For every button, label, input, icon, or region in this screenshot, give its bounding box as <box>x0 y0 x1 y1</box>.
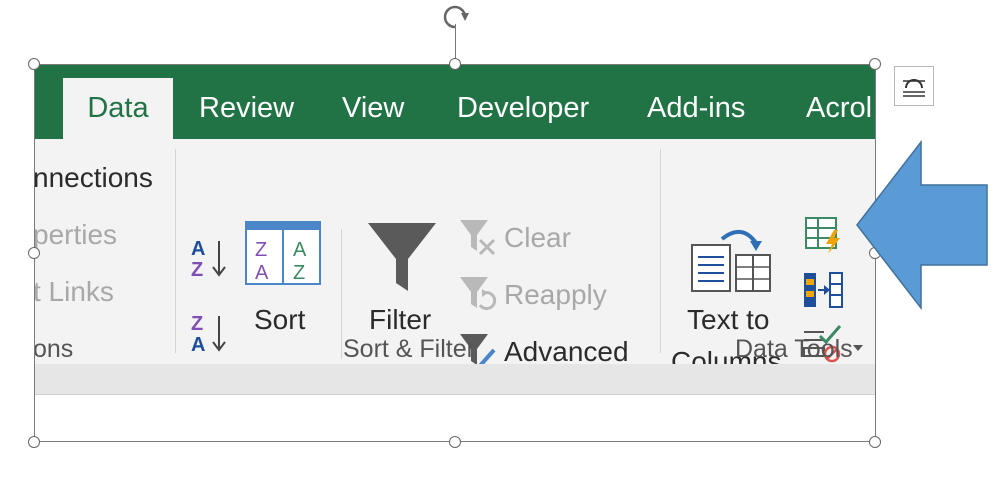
blue-arrow-callout <box>855 139 991 311</box>
resize-handle-bottom-right[interactable] <box>869 436 881 448</box>
resize-handle-middle-left[interactable] <box>28 247 40 259</box>
resize-handle-bottom-left[interactable] <box>28 436 40 448</box>
sort-filter-group-label: Sort & Filter <box>343 335 475 363</box>
tab-data[interactable]: Data <box>63 78 173 139</box>
ribbon-screenshot-image: Data Review View Developer Add-ins Acrol… <box>34 64 876 444</box>
formula-bar-strip <box>34 364 876 395</box>
text-to-columns-button-line1[interactable]: Text to <box>687 304 769 336</box>
flash-fill-icon[interactable] <box>804 216 844 256</box>
svg-text:A: A <box>191 334 205 356</box>
svg-text:Z: Z <box>191 313 203 335</box>
filter-button[interactable]: Filter <box>369 304 431 336</box>
rotate-handle-icon[interactable] <box>439 1 471 31</box>
ribbon-body: nnections perties t Links ons A Z Z A Z … <box>34 139 876 377</box>
connections-group-label: ons <box>34 335 74 363</box>
filter-funnel-icon[interactable] <box>366 221 438 293</box>
remove-duplicates-icon[interactable] <box>802 269 844 311</box>
clear-button[interactable]: Clear <box>504 222 571 254</box>
data-validation-dropdown-icon[interactable] <box>852 339 864 351</box>
sort-dialog-icon[interactable]: Z A A Z <box>245 221 321 285</box>
svg-text:A: A <box>191 238 205 260</box>
tab-acrobat[interactable]: Acrol <box>806 78 872 139</box>
sort-button[interactable]: Sort <box>254 304 305 336</box>
group-separator <box>341 229 342 359</box>
edit-links-button[interactable]: t Links <box>34 276 114 308</box>
data-tools-group-label: Data Tools <box>735 335 853 363</box>
ribbon-tab-bar: Data Review View Developer Add-ins Acrol <box>34 64 876 139</box>
layout-options-icon[interactable] <box>894 66 934 106</box>
resize-handle-top-left[interactable] <box>28 58 40 70</box>
svg-text:A: A <box>255 262 269 284</box>
sort-za-icon[interactable]: Z A <box>191 310 231 356</box>
svg-text:Z: Z <box>293 262 305 284</box>
resize-handle-bottom-middle[interactable] <box>449 436 461 448</box>
group-separator <box>175 149 176 353</box>
resize-handle-top-middle[interactable] <box>449 58 461 70</box>
connections-button[interactable]: nnections <box>34 162 153 194</box>
sort-az-icon[interactable]: A Z <box>191 235 231 281</box>
svg-text:Z: Z <box>255 239 267 261</box>
tab-add-ins[interactable]: Add-ins <box>647 78 745 139</box>
tab-view[interactable]: View <box>342 78 404 139</box>
properties-button[interactable]: perties <box>34 219 117 251</box>
resize-handle-top-right[interactable] <box>869 58 881 70</box>
clear-filter-icon[interactable] <box>458 218 498 258</box>
text-to-columns-icon[interactable] <box>690 225 772 295</box>
reapply-filter-icon[interactable] <box>458 275 498 315</box>
reapply-button[interactable]: Reapply <box>504 279 607 311</box>
svg-text:Z: Z <box>191 259 203 281</box>
group-separator <box>660 149 661 353</box>
tab-review[interactable]: Review <box>199 78 294 139</box>
svg-text:A: A <box>293 239 307 261</box>
tab-developer[interactable]: Developer <box>457 78 589 139</box>
